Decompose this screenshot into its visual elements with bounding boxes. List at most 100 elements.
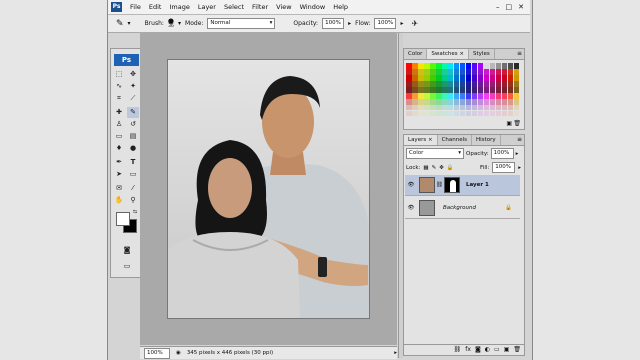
tab-swatches[interactable]: Swatches × xyxy=(427,49,470,59)
swatch-cell[interactable] xyxy=(417,63,424,69)
status-menu-icon[interactable]: ▸ xyxy=(394,350,397,356)
swatch-cell[interactable] xyxy=(507,68,514,75)
swatch-cell[interactable] xyxy=(501,110,508,117)
shape-tool-icon[interactable]: ▭ xyxy=(127,169,139,180)
swatch-cell[interactable] xyxy=(417,104,424,111)
swatch-cell[interactable] xyxy=(465,63,472,69)
menu-view[interactable]: View xyxy=(272,3,295,11)
swatch-cell[interactable] xyxy=(501,86,508,93)
swatch-cell[interactable] xyxy=(459,110,466,117)
swatch-cell[interactable] xyxy=(423,98,430,105)
flow-slider-icon[interactable]: ▸ xyxy=(400,20,403,27)
swatch-cell[interactable] xyxy=(423,110,430,117)
swatch-cell[interactable] xyxy=(435,63,442,69)
swatch-cell[interactable] xyxy=(471,110,478,117)
swatch-cell[interactable] xyxy=(417,110,424,117)
swatch-cell[interactable] xyxy=(441,68,448,75)
swatch-cell[interactable] xyxy=(447,68,454,75)
swatch-cell[interactable] xyxy=(441,92,448,99)
eraser-tool-icon[interactable]: ▭ xyxy=(113,131,125,142)
swatch-cell[interactable] xyxy=(453,86,460,93)
swatch-cell[interactable] xyxy=(471,104,478,111)
swatch-cell[interactable] xyxy=(513,68,520,75)
airbrush-icon[interactable]: ✈ xyxy=(412,19,419,28)
swatch-cell[interactable] xyxy=(406,63,412,69)
swatch-cell[interactable] xyxy=(465,68,472,75)
notes-tool-icon[interactable]: ✉ xyxy=(113,183,125,194)
swatch-cell[interactable] xyxy=(513,104,520,111)
swatch-cell[interactable] xyxy=(513,92,520,99)
tool-preset-dropdown-icon[interactable]: ▾ xyxy=(128,20,131,27)
swatch-cell[interactable] xyxy=(501,80,508,87)
swatch-cell[interactable] xyxy=(447,92,454,99)
swatch-cell[interactable] xyxy=(507,74,514,81)
menu-file[interactable]: File xyxy=(126,3,145,11)
screen-mode-icon[interactable]: ▭ xyxy=(121,261,133,272)
swatch-cell[interactable] xyxy=(423,92,430,99)
swatch-cell[interactable] xyxy=(406,110,412,117)
swatch-cell[interactable] xyxy=(507,92,514,99)
menu-image[interactable]: Image xyxy=(165,3,193,11)
swatch-cell[interactable] xyxy=(429,68,436,75)
swatch-cell[interactable] xyxy=(507,80,514,87)
swatch-cell[interactable] xyxy=(411,63,418,69)
swatch-cell[interactable] xyxy=(489,63,496,69)
swatch-cell[interactable] xyxy=(447,104,454,111)
swatch-cell[interactable] xyxy=(447,63,454,69)
swatch-cell[interactable] xyxy=(477,68,484,75)
swatch-cell[interactable] xyxy=(406,74,412,81)
swatch-cell[interactable] xyxy=(429,80,436,87)
swatch-cell[interactable] xyxy=(489,104,496,111)
swatch-cell[interactable] xyxy=(471,74,478,81)
blend-mode-select[interactable]: Color ▾ xyxy=(406,148,464,159)
tab-styles[interactable]: Styles xyxy=(469,49,495,59)
swatch-cell[interactable] xyxy=(441,110,448,117)
swatch-cell[interactable] xyxy=(411,104,418,111)
swatch-cell[interactable] xyxy=(441,86,448,93)
swatch-cell[interactable] xyxy=(406,86,412,93)
brush-dropdown-icon[interactable]: ▾ xyxy=(178,20,181,27)
swatch-cell[interactable] xyxy=(489,98,496,105)
swatch-cell[interactable] xyxy=(459,74,466,81)
swatch-cell[interactable] xyxy=(495,80,502,87)
lock-paint-icon[interactable]: ✎ xyxy=(432,165,437,171)
pen-tool-icon[interactable]: ✒ xyxy=(113,157,125,168)
swatch-cell[interactable] xyxy=(483,63,490,69)
swatch-cell[interactable] xyxy=(465,110,472,117)
swatch-cell[interactable] xyxy=(477,63,484,69)
type-tool-icon[interactable]: T xyxy=(127,157,139,168)
swatch-cell[interactable] xyxy=(513,74,520,81)
swatch-cell[interactable] xyxy=(453,68,460,75)
delete-swatch-icon[interactable]: 🗑 xyxy=(513,120,521,127)
swatch-cell[interactable] xyxy=(507,86,514,93)
swatch-cell[interactable] xyxy=(501,68,508,75)
swatch-cell[interactable] xyxy=(453,104,460,111)
eyedropper-icon[interactable]: ⁄ xyxy=(127,183,139,194)
swatch-cell[interactable] xyxy=(495,86,502,93)
layer-row-background[interactable]: 👁 Background 🔒 xyxy=(405,198,520,219)
foreground-color-swatch[interactable] xyxy=(116,212,130,226)
adjustment-layer-icon[interactable]: ◐ xyxy=(485,346,490,353)
swatch-cell[interactable] xyxy=(471,68,478,75)
opacity-slider-icon[interactable]: ▸ xyxy=(516,151,519,157)
swatch-cell[interactable] xyxy=(447,98,454,105)
swatch-cell[interactable] xyxy=(459,63,466,69)
swatch-cell[interactable] xyxy=(459,86,466,93)
swatch-cell[interactable] xyxy=(435,110,442,117)
swatch-cell[interactable] xyxy=(465,80,472,87)
swatch-cell[interactable] xyxy=(441,74,448,81)
swatch-cell[interactable] xyxy=(465,98,472,105)
layer-style-icon[interactable]: fx xyxy=(465,346,471,353)
swatch-cell[interactable] xyxy=(501,74,508,81)
maximize-button[interactable]: □ xyxy=(506,3,513,11)
swatch-cell[interactable] xyxy=(435,98,442,105)
swatch-cell[interactable] xyxy=(477,110,484,117)
layer-mask-thumbnail[interactable] xyxy=(443,177,460,193)
swatch-cell[interactable] xyxy=(495,74,502,81)
swatch-cell[interactable] xyxy=(489,92,496,99)
document-image[interactable] xyxy=(167,59,370,319)
quick-mask-icon[interactable]: ◙ xyxy=(121,245,133,256)
swatch-cell[interactable] xyxy=(429,63,436,69)
minimize-button[interactable]: – xyxy=(496,3,500,11)
move-tool-icon[interactable]: ✥ xyxy=(127,69,139,80)
